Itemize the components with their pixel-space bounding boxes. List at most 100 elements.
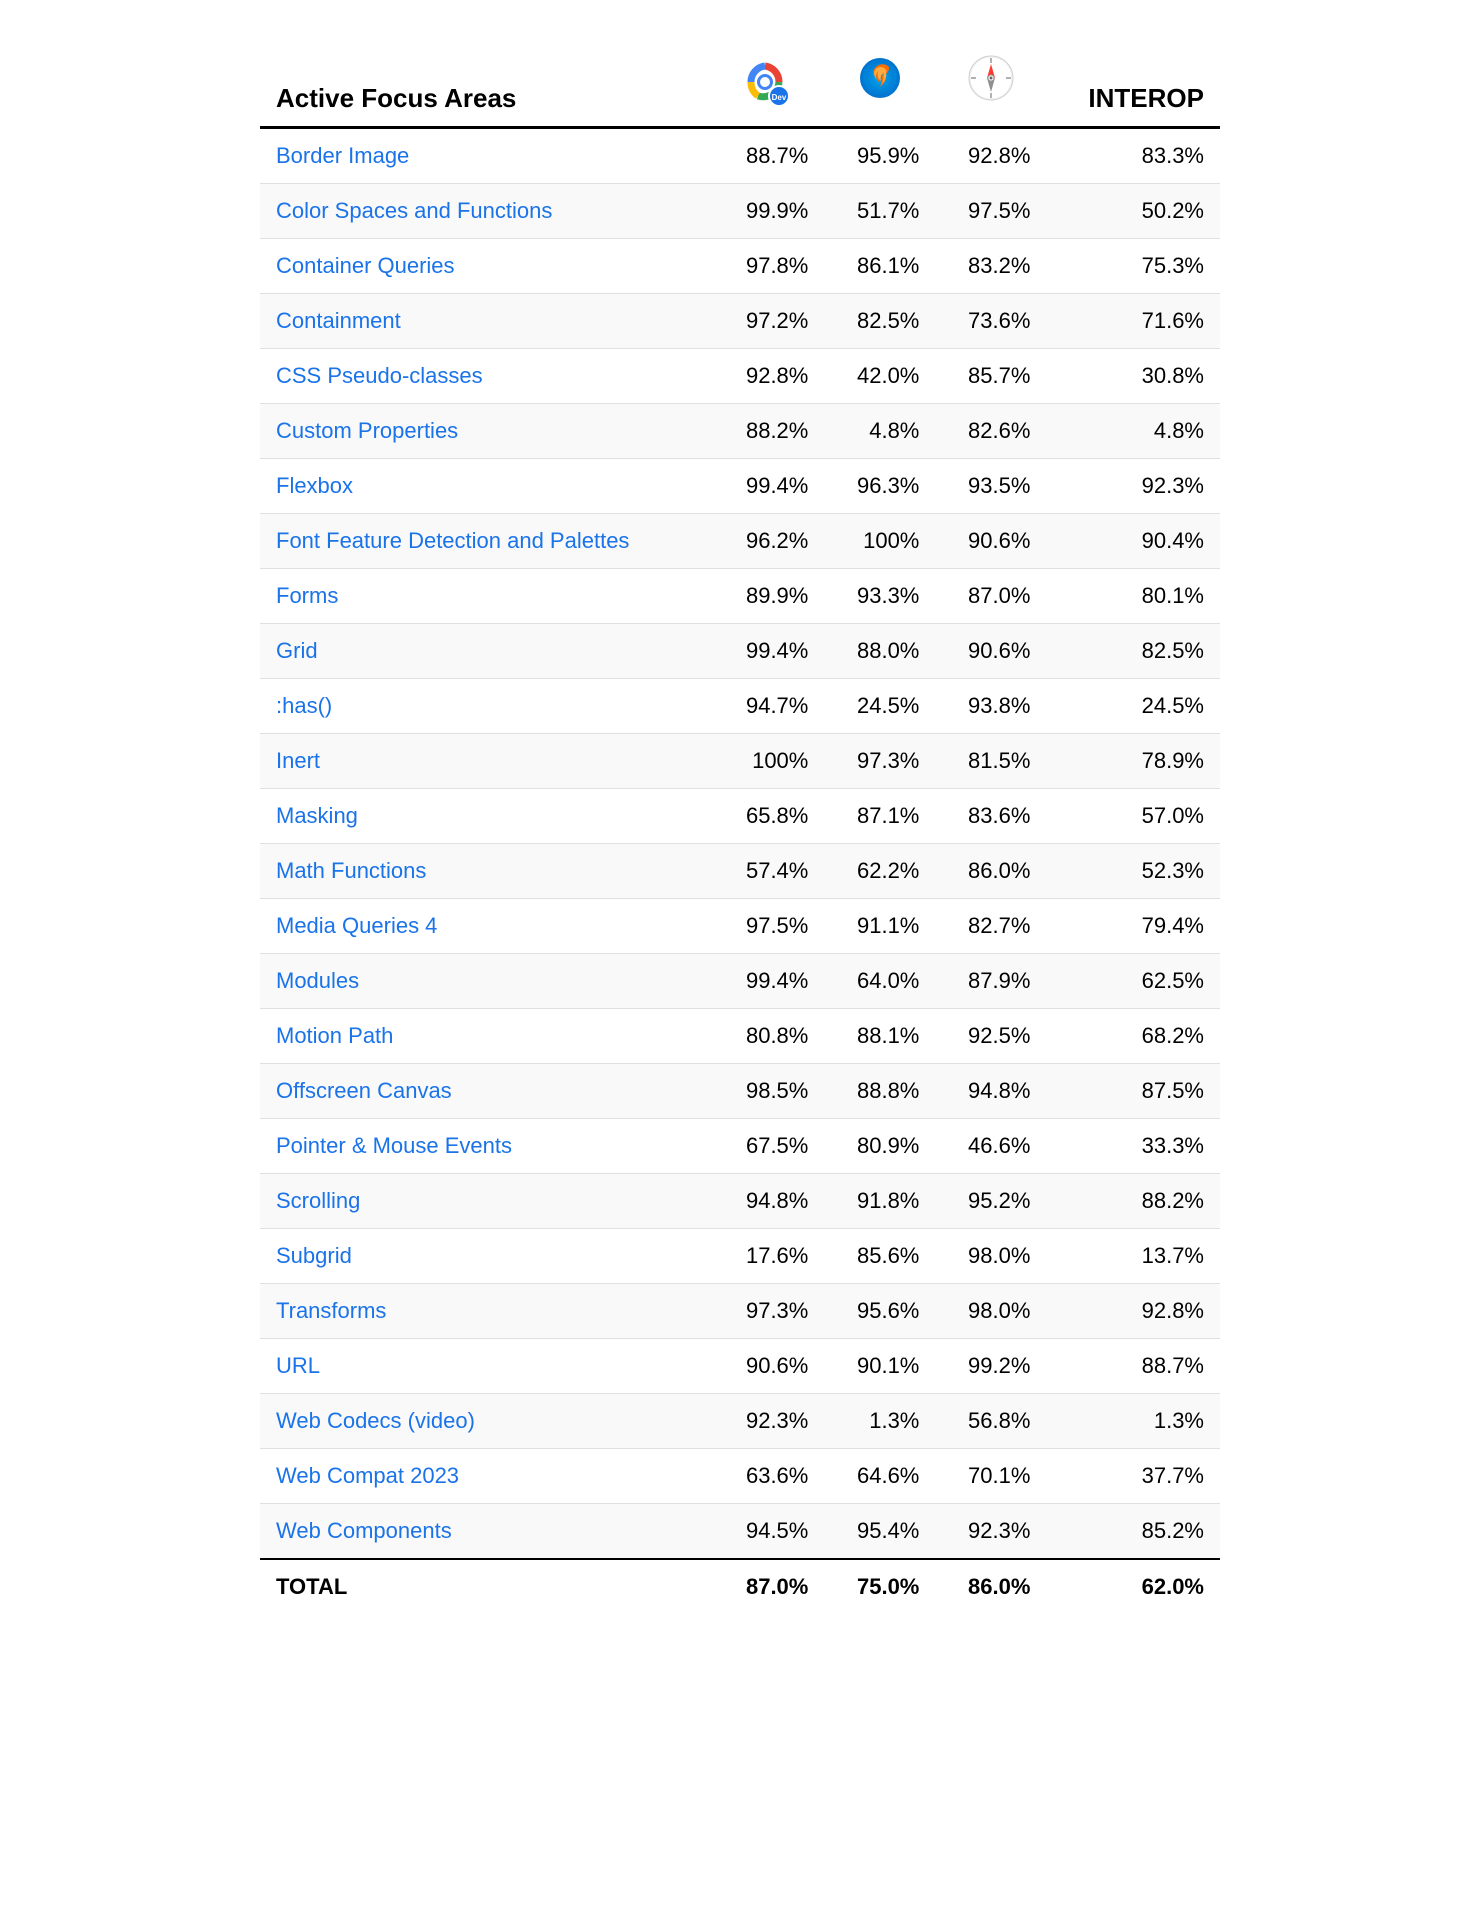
row-interop-value: 88.7% — [1046, 1339, 1220, 1394]
row-feature-name[interactable]: Inert — [260, 734, 713, 789]
row-feature-name[interactable]: Web Codecs (video) — [260, 1394, 713, 1449]
row-firefox-value: 42.0% — [824, 349, 935, 404]
col-header-safari — [935, 40, 1046, 128]
table-row: Container Queries97.8%86.1%83.2%75.3% — [260, 239, 1220, 294]
row-feature-name[interactable]: Pointer & Mouse Events — [260, 1119, 713, 1174]
row-firefox-value: 86.1% — [824, 239, 935, 294]
chrome-dev-icon: Dev — [743, 58, 795, 110]
row-interop-value: 52.3% — [1046, 844, 1220, 899]
main-container: Active Focus Areas — [260, 40, 1220, 1614]
table-row: Masking65.8%87.1%83.6%57.0% — [260, 789, 1220, 844]
row-firefox-value: 97.3% — [824, 734, 935, 789]
total-row: TOTAL 87.0% 75.0% 86.0% 62.0% — [260, 1559, 1220, 1614]
row-safari-value: 86.0% — [935, 844, 1046, 899]
row-interop-value: 30.8% — [1046, 349, 1220, 404]
row-feature-name[interactable]: Flexbox — [260, 459, 713, 514]
total-interop: 62.0% — [1046, 1559, 1220, 1614]
row-feature-name[interactable]: Custom Properties — [260, 404, 713, 459]
row-firefox-value: 85.6% — [824, 1229, 935, 1284]
row-safari-value: 95.2% — [935, 1174, 1046, 1229]
row-chrome-value: 97.8% — [713, 239, 824, 294]
total-chrome: 87.0% — [713, 1559, 824, 1614]
row-interop-value: 24.5% — [1046, 679, 1220, 734]
row-chrome-value: 92.3% — [713, 1394, 824, 1449]
row-firefox-value: 4.8% — [824, 404, 935, 459]
row-firefox-value: 100% — [824, 514, 935, 569]
row-feature-name[interactable]: CSS Pseudo-classes — [260, 349, 713, 404]
row-feature-name[interactable]: Grid — [260, 624, 713, 679]
row-chrome-value: 100% — [713, 734, 824, 789]
row-chrome-value: 80.8% — [713, 1009, 824, 1064]
row-interop-value: 62.5% — [1046, 954, 1220, 1009]
row-feature-name[interactable]: Subgrid — [260, 1229, 713, 1284]
row-safari-value: 56.8% — [935, 1394, 1046, 1449]
row-chrome-value: 99.4% — [713, 954, 824, 1009]
row-chrome-value: 97.5% — [713, 899, 824, 954]
row-safari-value: 93.5% — [935, 459, 1046, 514]
row-feature-name[interactable]: Masking — [260, 789, 713, 844]
table-row: Border Image88.7%95.9%92.8%83.3% — [260, 128, 1220, 184]
row-feature-name[interactable]: Web Components — [260, 1504, 713, 1560]
row-firefox-value: 88.8% — [824, 1064, 935, 1119]
row-firefox-value: 51.7% — [824, 184, 935, 239]
table-row: Subgrid17.6%85.6%98.0%13.7% — [260, 1229, 1220, 1284]
row-chrome-value: 99.4% — [713, 624, 824, 679]
row-feature-name[interactable]: Container Queries — [260, 239, 713, 294]
row-chrome-value: 17.6% — [713, 1229, 824, 1284]
row-interop-value: 92.8% — [1046, 1284, 1220, 1339]
row-chrome-value: 97.2% — [713, 294, 824, 349]
row-feature-name[interactable]: Transforms — [260, 1284, 713, 1339]
row-chrome-value: 99.9% — [713, 184, 824, 239]
row-safari-value: 90.6% — [935, 514, 1046, 569]
row-interop-value: 68.2% — [1046, 1009, 1220, 1064]
row-safari-value: 98.0% — [935, 1229, 1046, 1284]
row-feature-name[interactable]: Font Feature Detection and Palettes — [260, 514, 713, 569]
row-interop-value: 1.3% — [1046, 1394, 1220, 1449]
table-row: Scrolling94.8%91.8%95.2%88.2% — [260, 1174, 1220, 1229]
row-feature-name[interactable]: Media Queries 4 — [260, 899, 713, 954]
row-firefox-value: 93.3% — [824, 569, 935, 624]
row-safari-value: 99.2% — [935, 1339, 1046, 1394]
row-chrome-value: 88.2% — [713, 404, 824, 459]
row-feature-name[interactable]: Border Image — [260, 128, 713, 184]
total-safari: 86.0% — [935, 1559, 1046, 1614]
row-feature-name[interactable]: Web Compat 2023 — [260, 1449, 713, 1504]
row-feature-name[interactable]: Forms — [260, 569, 713, 624]
row-feature-name[interactable]: Math Functions — [260, 844, 713, 899]
table-row: Offscreen Canvas98.5%88.8%94.8%87.5% — [260, 1064, 1220, 1119]
row-firefox-value: 95.6% — [824, 1284, 935, 1339]
row-safari-value: 46.6% — [935, 1119, 1046, 1174]
row-chrome-value: 89.9% — [713, 569, 824, 624]
row-chrome-value: 88.7% — [713, 128, 824, 184]
row-firefox-value: 91.8% — [824, 1174, 935, 1229]
col-header-focus-areas: Active Focus Areas — [260, 40, 713, 128]
row-interop-value: 13.7% — [1046, 1229, 1220, 1284]
row-feature-name[interactable]: Offscreen Canvas — [260, 1064, 713, 1119]
row-feature-name[interactable]: Motion Path — [260, 1009, 713, 1064]
row-firefox-value: 95.4% — [824, 1504, 935, 1560]
row-interop-value: 80.1% — [1046, 569, 1220, 624]
row-interop-value: 50.2% — [1046, 184, 1220, 239]
row-chrome-value: 94.7% — [713, 679, 824, 734]
row-interop-value: 90.4% — [1046, 514, 1220, 569]
row-safari-value: 92.3% — [935, 1504, 1046, 1560]
row-chrome-value: 97.3% — [713, 1284, 824, 1339]
table-row: Forms89.9%93.3%87.0%80.1% — [260, 569, 1220, 624]
table-row: Flexbox99.4%96.3%93.5%92.3% — [260, 459, 1220, 514]
row-firefox-value: 80.9% — [824, 1119, 935, 1174]
row-feature-name[interactable]: Modules — [260, 954, 713, 1009]
row-interop-value: 78.9% — [1046, 734, 1220, 789]
row-feature-name[interactable]: URL — [260, 1339, 713, 1394]
row-feature-name[interactable]: Color Spaces and Functions — [260, 184, 713, 239]
row-safari-value: 85.7% — [935, 349, 1046, 404]
row-firefox-value: 91.1% — [824, 899, 935, 954]
table-row: Motion Path80.8%88.1%92.5%68.2% — [260, 1009, 1220, 1064]
row-safari-value: 82.7% — [935, 899, 1046, 954]
table-row: Web Components94.5%95.4%92.3%85.2% — [260, 1504, 1220, 1560]
row-interop-value: 71.6% — [1046, 294, 1220, 349]
table-row: Inert100%97.3%81.5%78.9% — [260, 734, 1220, 789]
row-feature-name[interactable]: Containment — [260, 294, 713, 349]
row-feature-name[interactable]: :has() — [260, 679, 713, 734]
row-feature-name[interactable]: Scrolling — [260, 1174, 713, 1229]
row-safari-value: 87.9% — [935, 954, 1046, 1009]
